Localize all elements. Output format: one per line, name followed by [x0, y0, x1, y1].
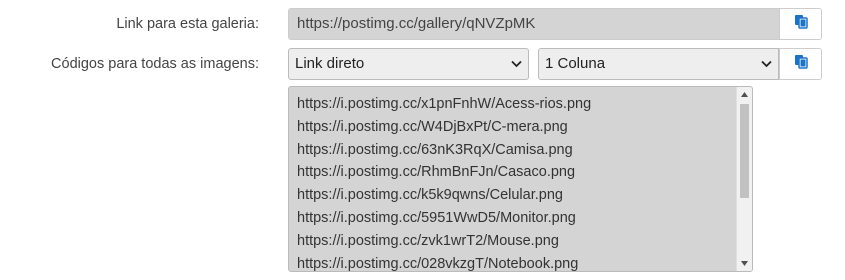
scrollbar-thumb[interactable]: [740, 104, 749, 198]
code-line: https://i.postimg.cc/W4DjBxPt/C-mera.png: [297, 118, 568, 135]
scroll-up-arrow-icon[interactable]: [737, 87, 752, 102]
copy-codes-button[interactable]: [779, 48, 822, 80]
code-line: https://i.postimg.cc/zvk1wrT2/Mouse.png: [297, 232, 559, 249]
codes-scrollbar[interactable]: [736, 87, 752, 271]
clipboard-copy-icon: [794, 54, 808, 74]
code-line: https://i.postimg.cc/k5k9qwns/Celular.pn…: [297, 187, 563, 204]
code-format-select[interactable]: Link direto: [288, 48, 529, 80]
code-line: https://i.postimg.cc/028vkzgT/Notebook.p…: [297, 255, 579, 272]
copy-gallery-link-button[interactable]: [779, 8, 822, 40]
code-format-value: Link direto: [295, 55, 365, 72]
gallery-url-field[interactable]: https://postimg.cc/gallery/qNVZpMK: [288, 8, 779, 40]
code-line: https://i.postimg.cc/63nK3RqX/Camisa.png: [297, 141, 573, 158]
code-line: https://i.postimg.cc/RhmBnFJn/Casaco.png: [297, 164, 576, 181]
code-line: https://i.postimg.cc/5951WwD5/Monitor.pn…: [297, 209, 576, 226]
columns-value: 1 Coluna: [545, 55, 606, 72]
codes-textarea[interactable]: https://i.postimg.cc/x1pnFnhW/Acess-rios…: [288, 86, 753, 272]
chevron-down-icon: [761, 49, 772, 79]
scroll-down-arrow-icon[interactable]: [737, 256, 752, 271]
codes-lines: https://i.postimg.cc/x1pnFnhW/Acess-rios…: [297, 93, 592, 272]
code-line: https://i.postimg.cc/x1pnFnhW/Acess-rios…: [297, 96, 592, 112]
codes-label: Códigos para todas as imagens:: [51, 56, 259, 72]
clipboard-copy-icon: [794, 14, 808, 34]
chevron-down-icon: [511, 49, 522, 79]
columns-select[interactable]: 1 Coluna: [538, 48, 779, 80]
gallery-link-label: Link para esta galeria:: [116, 16, 259, 32]
